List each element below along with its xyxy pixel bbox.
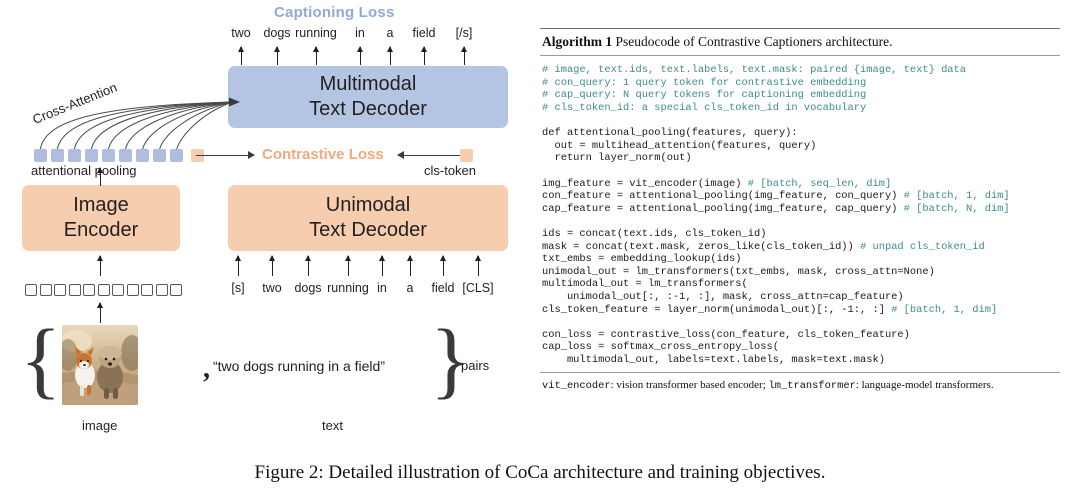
multimodal-text-decoder-block: Multimodal Text Decoder [228, 66, 508, 128]
arrow-cls-to-contrastive [397, 149, 460, 162]
input-token-arrow-2 [305, 255, 311, 276]
contrastive-loss-label: Contrastive Loss [262, 146, 384, 163]
image-patch-8 [141, 284, 153, 296]
image-patch-3 [68, 284, 81, 296]
image-label: image [82, 418, 118, 433]
left-brace: { [20, 311, 62, 407]
footnote-mono-vit-encoder: vit_encoder [542, 380, 611, 393]
coca-architecture-diagram: Captioning Loss two dogs running in a field [/… [0, 0, 528, 455]
input-token-7: [CLS] [462, 281, 494, 295]
image-encoder-line1: Image [73, 194, 129, 216]
figure-caption: Figure 2: Detailed illustration of CoCa … [254, 462, 826, 483]
algorithm-panel: Algorithm 1 Pseudocode of Contrastive Ca… [540, 28, 1060, 394]
output-token-arrow-1 [274, 46, 280, 65]
image-patch-9 [155, 284, 168, 296]
image-patch-10 [170, 284, 182, 296]
pseudocode-block: # image, text.ids, text.labels, text.mas… [542, 64, 1010, 366]
output-token-arrow-2 [313, 46, 319, 65]
pooled-query-square-4 [102, 149, 115, 162]
arrow-pool-to-contrastive [196, 149, 255, 162]
input-token-arrow-5 [407, 255, 413, 276]
pooled-query-square-0 [34, 149, 47, 162]
input-token-arrow-1 [269, 255, 275, 276]
cls-token-label: cls-token [424, 163, 477, 178]
dogs-photo-svg [62, 325, 138, 405]
input-token-arrow-4 [379, 255, 385, 276]
output-token-6: [/s] [455, 26, 473, 40]
arrow-photo-to-patches [97, 302, 103, 323]
image-patch-7 [126, 284, 139, 296]
cls-token-square [460, 149, 473, 162]
image-patch-4 [83, 284, 95, 296]
algorithm-title: Algorithm 1 Pseudocode of Contrastive Ca… [540, 29, 1060, 55]
image-patch-6 [112, 284, 124, 296]
attentional-pooling-label: attentional pooling [31, 163, 137, 178]
algorithm-number: Algorithm 1 [542, 34, 613, 49]
output-token-arrow-4 [387, 46, 393, 65]
text-label: text [322, 418, 343, 433]
input-token-arrow-0 [235, 255, 241, 276]
figure-root: Captioning Loss two dogs running in a field [/… [0, 0, 1080, 500]
output-token-2: running [295, 26, 337, 40]
unimodal-decoder-line1: Unimodal [325, 194, 411, 216]
output-token-arrow-5 [421, 46, 427, 65]
pooled-query-square-1 [51, 149, 64, 162]
arrow-patches-to-encoder [97, 255, 103, 276]
algorithm-title-text: Pseudocode of Contrastive Captioners arc… [615, 34, 893, 49]
example-image-two-dogs [62, 325, 138, 405]
pooled-query-square-7 [153, 149, 166, 162]
input-token-arrow-7 [475, 255, 481, 276]
image-encoder-line2: Encoder [63, 219, 139, 241]
output-token-arrow-6 [461, 46, 467, 65]
image-patch-1 [39, 284, 52, 296]
footnote-text-2: : language-model transformers. [855, 379, 994, 392]
footnote-text-1: : vision transformer based encoder; [610, 379, 769, 392]
unimodal-decoder-line2: Text Decoder [309, 219, 427, 241]
pairs-label: pairs [461, 358, 490, 373]
image-encoder-block: Image Encoder [22, 185, 180, 251]
arrow-encoder-to-pooling [97, 167, 103, 186]
image-patch-2 [54, 284, 66, 296]
output-token-arrow-3 [357, 46, 363, 65]
input-token-arrow-6 [440, 255, 446, 276]
captioning-loss-label: Captioning Loss [274, 4, 395, 21]
example-caption-text: “two dogs running in a field” [213, 358, 385, 374]
output-token-arrow-0 [238, 46, 244, 65]
image-patch-5 [97, 284, 110, 296]
pooled-query-square-5 [119, 149, 132, 162]
pooled-query-square-6 [136, 149, 149, 162]
multimodal-decoder-line1: Multimodal [319, 73, 417, 95]
pair-separator-comma: , [203, 353, 210, 384]
pooled-query-square-8 [170, 149, 183, 162]
unimodal-text-decoder-block: Unimodal Text Decoder [228, 185, 508, 251]
algorithm-footnote: vit_encoder: vision transformer based en… [540, 373, 1060, 394]
footnote-mono-lm-transformer: lm_transformer [768, 380, 856, 393]
pooled-query-square-2 [68, 149, 81, 162]
pooled-query-square-3 [85, 149, 98, 162]
image-patch-0 [25, 284, 37, 296]
multimodal-decoder-line2: Text Decoder [309, 98, 427, 120]
input-token-arrow-3 [345, 255, 351, 276]
